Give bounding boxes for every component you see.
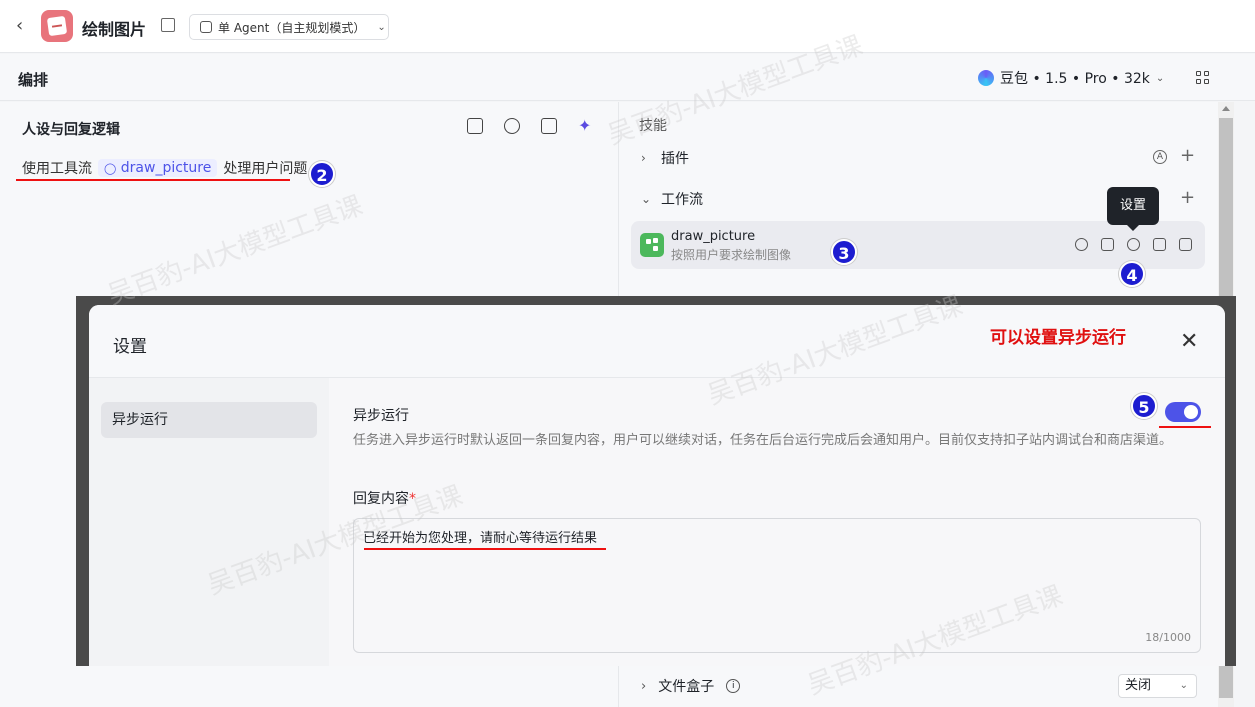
- step-badge: 2: [309, 161, 335, 187]
- plugins-label: 插件: [661, 151, 689, 167]
- workflow-actions: [1075, 238, 1192, 251]
- step-badge: 4: [1119, 261, 1145, 287]
- top-bar: ‹ 绘制图片 单 Agent（自主规划模式） ⌄: [0, 0, 1255, 53]
- chevron-right-icon: ›: [641, 151, 646, 165]
- workflow-reference-chip[interactable]: ◯ draw_picture: [98, 159, 218, 177]
- auto-icon[interactable]: A: [1153, 150, 1167, 164]
- agent-mode-icon: [200, 21, 212, 33]
- scroll-up-icon[interactable]: [1222, 106, 1230, 111]
- model-label: 豆包 • 1.5 • Pro • 32k: [1000, 71, 1150, 87]
- mode-select[interactable]: 单 Agent（自主规划模式） ⌄: [189, 14, 389, 40]
- workflow-label: 工作流: [661, 192, 703, 208]
- step-badge: 5: [1131, 393, 1157, 419]
- filebox-select[interactable]: 关闭 ⌄: [1118, 674, 1197, 698]
- sidebar-item-async[interactable]: 异步运行: [101, 402, 317, 438]
- chevron-down-icon: ⌄: [377, 21, 386, 33]
- chevron-right-icon: ›: [641, 678, 647, 694]
- annotation-underline: [1159, 426, 1211, 428]
- annotation-underline: [364, 548, 606, 550]
- layout-grid-icon[interactable]: [1196, 71, 1209, 84]
- back-arrow-icon[interactable]: ‹: [16, 16, 36, 36]
- prompt-suffix: 处理用户问题: [223, 161, 308, 177]
- chevron-down-icon: ⌄: [641, 192, 652, 206]
- edit-icon[interactable]: [161, 18, 175, 32]
- chevron-down-icon: ⌄: [1155, 72, 1165, 84]
- doubao-logo-icon: [978, 70, 994, 86]
- copy-icon[interactable]: [1101, 238, 1114, 251]
- info-icon[interactable]: i: [726, 679, 741, 693]
- async-toggle[interactable]: [1165, 402, 1201, 422]
- chevron-down-icon: ⌄: [1179, 680, 1188, 691]
- reply-textarea[interactable]: 已经开始为您处理，请耐心等待运行结果 18/1000: [353, 518, 1201, 653]
- workflow-row[interactable]: ⌄ 工作流: [641, 189, 703, 209]
- workflow-icon: ◯: [104, 162, 117, 175]
- required-mark: *: [409, 491, 416, 507]
- prompt-prefix: 使用工具流: [22, 161, 92, 177]
- add-plugin-icon[interactable]: +: [1180, 145, 1195, 166]
- model-selector[interactable]: 豆包 • 1.5 • Pro • 32k ⌄: [978, 68, 1164, 88]
- annotation-underline: [16, 179, 290, 181]
- plugins-row[interactable]: › 插件: [641, 148, 689, 168]
- async-title: 异步运行: [353, 408, 409, 424]
- info-icon[interactable]: [1075, 238, 1088, 251]
- section-title: 编排: [18, 71, 49, 89]
- filebox-row[interactable]: › 文件盒子 i: [641, 676, 741, 696]
- modal-sidebar: 异步运行: [89, 378, 329, 666]
- filebox-label: 文件盒子: [658, 679, 715, 695]
- template-icon[interactable]: [467, 118, 483, 134]
- async-description: 任务进入异步运行时默认返回一条回复内容，用户可以继续对话，任务在后台运行完成后会…: [353, 433, 1173, 448]
- comment-icon[interactable]: [1153, 238, 1166, 251]
- modal-title: 设置: [113, 337, 147, 357]
- lightbulb-icon[interactable]: [504, 118, 520, 134]
- workflow-item-icon: [640, 233, 664, 257]
- close-icon[interactable]: ✕: [1180, 329, 1198, 354]
- reply-value: 已经开始为您处理，请耐心等待运行结果: [363, 531, 598, 546]
- reply-label: 回复内容*: [353, 491, 416, 507]
- ai-optimize-icon[interactable]: ✦: [578, 118, 594, 134]
- add-workflow-icon[interactable]: +: [1180, 187, 1195, 208]
- workflow-item-desc: 按照用户要求绘制图像: [671, 248, 792, 262]
- app-icon: [41, 10, 73, 42]
- settings-tooltip: 设置: [1107, 187, 1159, 231]
- workflow-item-name: draw_picture: [671, 229, 756, 244]
- delete-icon[interactable]: [1179, 238, 1192, 251]
- persona-heading: 人设与回复逻辑: [22, 122, 120, 138]
- mode-label: 单 Agent（自主规划模式）: [218, 20, 366, 35]
- workflow-chip-label: draw_picture: [120, 160, 212, 176]
- split-view-icon[interactable]: [541, 118, 557, 134]
- filebox-value: 关闭: [1125, 678, 1152, 693]
- settings-gear-icon[interactable]: [1127, 238, 1140, 251]
- skills-label: 技能: [639, 118, 667, 134]
- char-count: 18/1000: [1145, 631, 1191, 644]
- step-badge: 3: [831, 239, 857, 265]
- persona-prompt[interactable]: 使用工具流 ◯ draw_picture 处理用户问题: [22, 158, 307, 178]
- annotation-note: 可以设置异步运行: [990, 328, 1126, 348]
- persona-toolbar: ✦: [467, 118, 594, 134]
- app-title: 绘制图片: [82, 20, 147, 39]
